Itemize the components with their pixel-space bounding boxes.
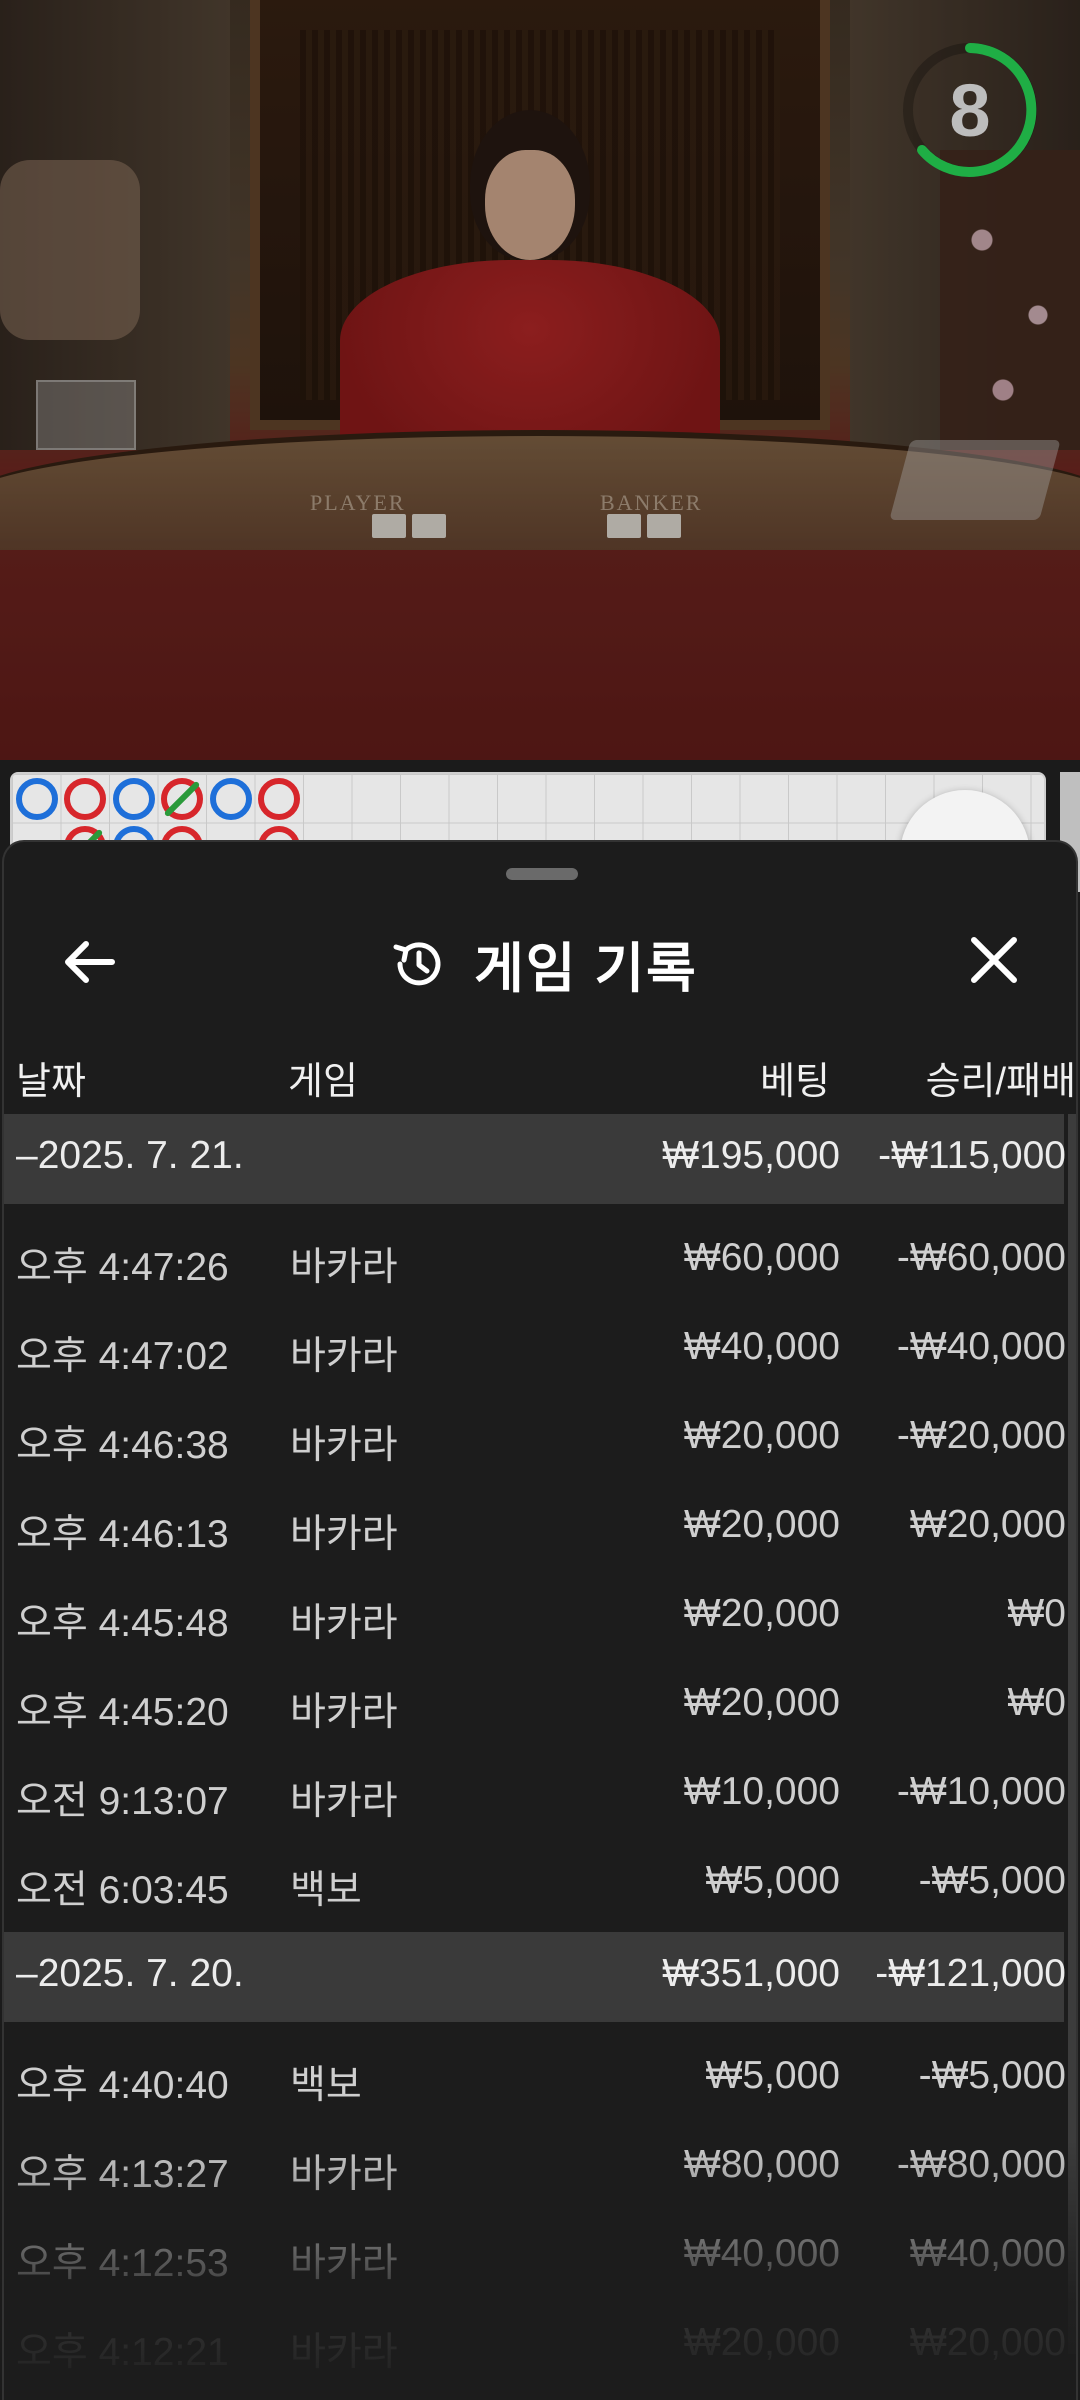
row-result: ₩20,000 (909, 2321, 1066, 2364)
column-bet: 베팅 (760, 1061, 830, 1103)
column-win-loss: 승리/패배 (925, 1061, 1076, 1103)
history-row[interactable]: 오후 4:47:02 바카라 ₩40,000 -₩40,000 (4, 1301, 1066, 1390)
column-date: 날짜 (16, 1061, 86, 1103)
group-date: –2025. 7. 21. (16, 1134, 244, 1177)
row-time: 오후 4:45:48 (16, 1602, 229, 1645)
row-bet: ₩5,000 (705, 2054, 840, 2097)
sheet-header: 게임 기록 (4, 902, 1076, 1022)
history-row[interactable]: 오전 6:03:45 백보 ₩5,000 -₩5,000 (4, 1835, 1066, 1924)
timer-value: 8 (949, 68, 991, 152)
sheet-drag-handle[interactable] (506, 868, 578, 880)
row-bet: ₩40,000 (683, 2232, 840, 2275)
date-group-header[interactable]: –2025. 7. 21. ₩195,000 -₩115,000 (4, 1114, 1066, 1204)
row-game: 바카라 (290, 1780, 398, 1823)
betting-countdown-timer: 8 (900, 40, 1040, 180)
history-row[interactable]: 오후 4:40:40 백보 ₩5,000 -₩5,000 (4, 2030, 1066, 2119)
row-time: 오후 4:12:53 (16, 2242, 229, 2285)
history-row[interactable]: 오후 4:45:48 바카라 ₩20,000 ₩0 (4, 1568, 1067, 1657)
bead-banker (64, 778, 106, 820)
bead-player (16, 778, 58, 820)
group-date: –2025. 7. 20. (16, 1952, 244, 1995)
history-icon (393, 941, 441, 985)
row-game: 바카라 (290, 1335, 398, 1378)
history-row[interactable]: 오후 4:46:38 바카라 ₩20,000 -₩20,000 (4, 1390, 1066, 1479)
row-bet: ₩40,000 (683, 1325, 840, 1368)
close-icon (971, 937, 1017, 983)
row-game: 바카라 (290, 1424, 398, 1467)
history-row[interactable]: 오전 9:13:07 바카라 ₩10,000 -₩10,000 (4, 1746, 1066, 1835)
bead-player (210, 778, 252, 820)
row-time: 오전 9:13:07 (16, 1780, 229, 1823)
row-bet: ₩10,000 (683, 1770, 840, 1813)
row-time: 오후 4:46:38 (16, 1424, 229, 1467)
bead-player (113, 778, 155, 820)
history-row[interactable]: 오후 4:13:27 바카라 ₩80,000 -₩80,000 (4, 2119, 1066, 2208)
row-game: 바카라 (290, 1513, 398, 1556)
row-bet: ₩80,000 (683, 2143, 840, 2186)
history-scrollbar[interactable] (1068, 1114, 1076, 2354)
row-result: -₩60,000 (896, 1236, 1066, 1279)
row-time: 오전 6:03:45 (16, 1869, 229, 1912)
row-bet: ₩20,000 (683, 1414, 840, 1457)
row-bet: ₩20,000 (683, 1592, 840, 1635)
row-bet: ₩20,000 (683, 1681, 840, 1724)
group-total-bet: ₩351,000 (662, 1952, 840, 1995)
row-result: -₩5,000 (918, 2054, 1066, 2097)
row-bet: ₩20,000 (683, 2321, 840, 2364)
row-time: 오후 4:40:40 (16, 2064, 229, 2107)
row-time: 오후 4:47:26 (16, 1246, 229, 1289)
row-time: 오후 4:47:02 (16, 1335, 229, 1378)
row-result: ₩0 (1007, 1681, 1067, 1724)
row-time: 오후 4:45:20 (16, 1691, 229, 1734)
group-total-bet: ₩195,000 (662, 1134, 840, 1177)
row-game: 백보 (290, 2064, 362, 2107)
sheet-title: 게임 기록 (474, 939, 698, 999)
row-bet: ₩60,000 (683, 1236, 840, 1279)
history-row[interactable]: 오후 4:45:20 바카라 ₩20,000 ₩0 (4, 1657, 1067, 1746)
row-time: 오후 4:12:21 (16, 2331, 229, 2374)
row-result: -₩10,000 (896, 1770, 1066, 1813)
close-button[interactable] (959, 932, 1029, 992)
history-list: –2025. 7. 21. ₩195,000 -₩115,000 오후 4:47… (4, 1114, 1067, 2386)
row-game: 바카라 (290, 2153, 398, 2196)
live-video-stream: PLAYER BANKER 8 (0, 0, 1080, 760)
game-history-sheet: 게임 기록 날짜 게임 베팅 승리/패배 –2025. 7. 21. ₩195,… (2, 840, 1078, 2400)
row-bet: ₩20,000 (683, 1503, 840, 1546)
row-game: 바카라 (290, 1602, 398, 1645)
row-result: -₩20,000 (896, 1414, 1066, 1457)
row-result: ₩20,000 (909, 1503, 1066, 1546)
history-column-headers: 날짜 게임 베팅 승리/패배 (4, 1032, 1076, 1104)
group-total-result: -₩121,000 (875, 1952, 1066, 1995)
row-result: ₩40,000 (909, 2232, 1066, 2275)
row-game: 백보 (290, 1869, 362, 1912)
row-result: -₩80,000 (896, 2143, 1066, 2186)
history-row[interactable]: 오후 4:12:53 바카라 ₩40,000 ₩40,000 (4, 2208, 1066, 2297)
date-group-header[interactable]: –2025. 7. 20. ₩351,000 -₩121,000 (4, 1932, 1066, 2022)
bead-banker (258, 778, 300, 820)
row-bet: ₩5,000 (705, 1859, 840, 1902)
row-game: 바카라 (290, 2331, 398, 2374)
column-game: 게임 (288, 1061, 358, 1103)
row-result: -₩5,000 (918, 1859, 1066, 1902)
row-time: 오후 4:46:13 (16, 1513, 229, 1556)
row-result: -₩40,000 (896, 1325, 1066, 1368)
row-result: ₩0 (1007, 1592, 1067, 1635)
row-game: 바카라 (290, 1691, 398, 1734)
history-row[interactable]: 오후 4:47:26 바카라 ₩60,000 -₩60,000 (4, 1212, 1066, 1301)
group-total-result: -₩115,000 (878, 1134, 1066, 1177)
row-time: 오후 4:13:27 (16, 2153, 229, 2196)
history-row[interactable]: 오후 4:46:13 바카라 ₩20,000 ₩20,000 (4, 1479, 1066, 1568)
row-game: 바카라 (290, 2242, 398, 2285)
row-game: 바카라 (290, 1246, 398, 1289)
history-row[interactable]: 오후 4:12:21 바카라 ₩20,000 ₩20,000 (4, 2297, 1066, 2386)
